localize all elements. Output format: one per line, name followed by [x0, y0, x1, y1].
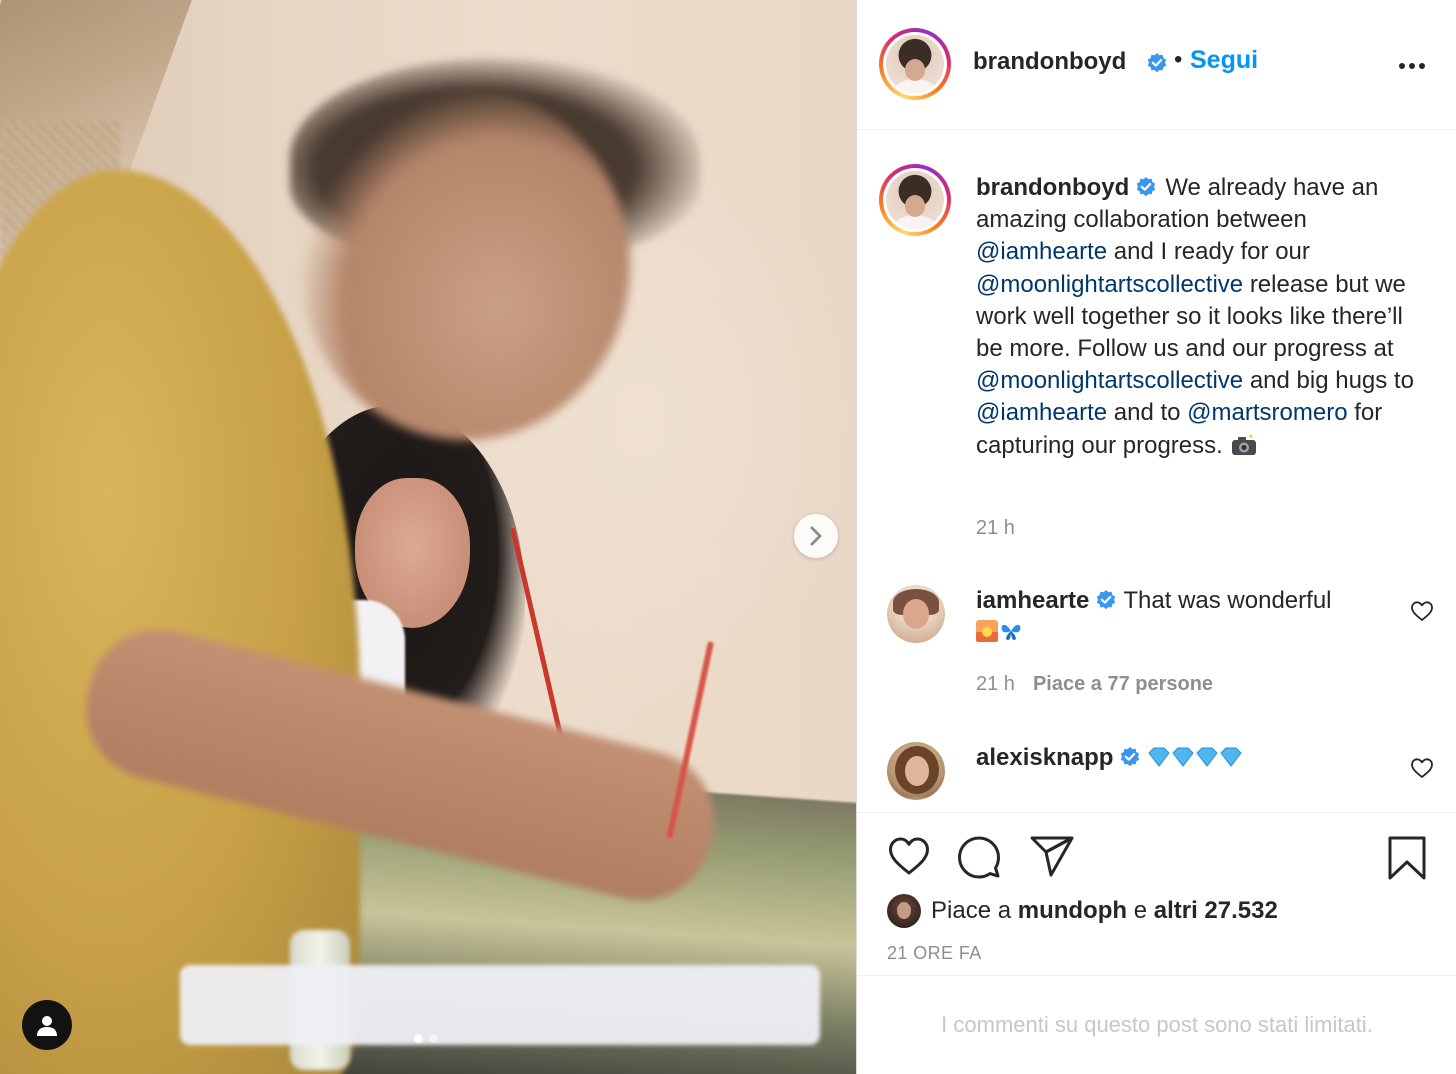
post-header: brandonboyd • Segui: [857, 0, 1456, 130]
comment-text: alexisknapp: [976, 742, 1376, 773]
liker-avatar[interactable]: [887, 894, 921, 928]
photo-palette-tray: [180, 965, 820, 1045]
caption-segment: and I ready for our: [1113, 238, 1310, 266]
share-send-icon[interactable]: [1029, 835, 1075, 879]
gem-emoji-icon: [1148, 747, 1243, 767]
tagged-users-button[interactable]: [22, 1000, 72, 1050]
post-actions: Piace a mundoph e altri 27.532 21 ORE FA: [857, 812, 1456, 976]
verified-badge-icon: [1097, 590, 1116, 610]
verified-badge-icon: [1137, 177, 1156, 197]
likes-text: Piace a mundoph e altri 27.532: [931, 897, 1278, 925]
caption-author-username[interactable]: brandonboyd: [976, 174, 1129, 201]
author-username[interactable]: brandonboyd: [973, 48, 1126, 76]
save-bookmark-icon[interactable]: [1387, 835, 1427, 881]
mention-link[interactable]: @moonlightartscollective: [976, 271, 1243, 298]
post-side-panel: brandonboyd • Segui brandonboyd We alrea…: [856, 0, 1456, 1074]
comment-bubble-icon[interactable]: [957, 835, 1001, 879]
post-media[interactable]: [0, 0, 856, 1074]
liker-username[interactable]: mundoph: [1018, 897, 1127, 924]
caption-author-avatar[interactable]: [879, 164, 951, 236]
likes-connector: e: [1133, 897, 1148, 924]
likes-prefix: Piace a: [931, 897, 1012, 924]
mention-link[interactable]: @iamhearte: [976, 238, 1107, 265]
caption-timestamp[interactable]: 21 h: [976, 517, 1015, 540]
sunrise-emoji-icon: [976, 620, 998, 642]
camera-flash-emoji-icon: [1231, 433, 1256, 455]
mention-link[interactable]: @iamhearte: [976, 399, 1107, 426]
comment-meta: 21 h Piace a 77 persone: [976, 673, 1213, 696]
mention-link[interactable]: @martsromero: [1187, 399, 1347, 426]
more-options-icon[interactable]: [1397, 56, 1427, 76]
caption-segment: and to: [1113, 399, 1181, 427]
follow-separator: •: [1174, 46, 1183, 73]
carousel-next-button[interactable]: [794, 514, 838, 558]
user-icon: [37, 1016, 57, 1036]
photo-man-head: [300, 90, 630, 440]
commenter-username[interactable]: iamhearte: [976, 587, 1089, 614]
commenter-username[interactable]: alexisknapp: [976, 744, 1113, 771]
comment-like-heart-icon[interactable]: [1410, 600, 1434, 622]
comment-like-heart-icon[interactable]: [1410, 757, 1434, 779]
comment-body: That was wonderful: [1123, 587, 1332, 614]
post-timestamp[interactable]: 21 ORE FA: [887, 943, 982, 964]
commenter-avatar[interactable]: [887, 585, 945, 643]
mention-link[interactable]: @moonlightartscollective: [976, 367, 1243, 394]
comments-limited-notice: I commenti su questo post sono stati lim…: [941, 1012, 1373, 1037]
likes-count-link[interactable]: altri 27.532: [1154, 897, 1278, 924]
follow-button[interactable]: Segui: [1190, 46, 1258, 75]
caption-text: brandonboyd We already have an amazing c…: [976, 172, 1416, 462]
butterfly-emoji-icon: [1001, 624, 1021, 640]
like-heart-icon[interactable]: [887, 835, 931, 877]
likes-summary: Piace a mundoph e altri 27.532: [887, 893, 1278, 929]
verified-badge-icon: [1121, 747, 1140, 767]
carousel-indicator: [414, 1034, 438, 1043]
caption-segment: and big hugs to: [1249, 367, 1414, 395]
author-avatar[interactable]: [879, 28, 951, 100]
comment-likes-count[interactable]: Piace a 77 persone: [1033, 673, 1213, 695]
comment-text: iamhearte That was wonderful: [976, 585, 1376, 647]
comment-time[interactable]: 21 h: [976, 673, 1015, 695]
carousel-dot: [429, 1034, 438, 1043]
commenter-avatar[interactable]: [887, 742, 945, 800]
verified-badge-icon: [1147, 53, 1167, 73]
chevron-right-icon: [810, 526, 822, 546]
carousel-dot-active: [414, 1034, 423, 1043]
